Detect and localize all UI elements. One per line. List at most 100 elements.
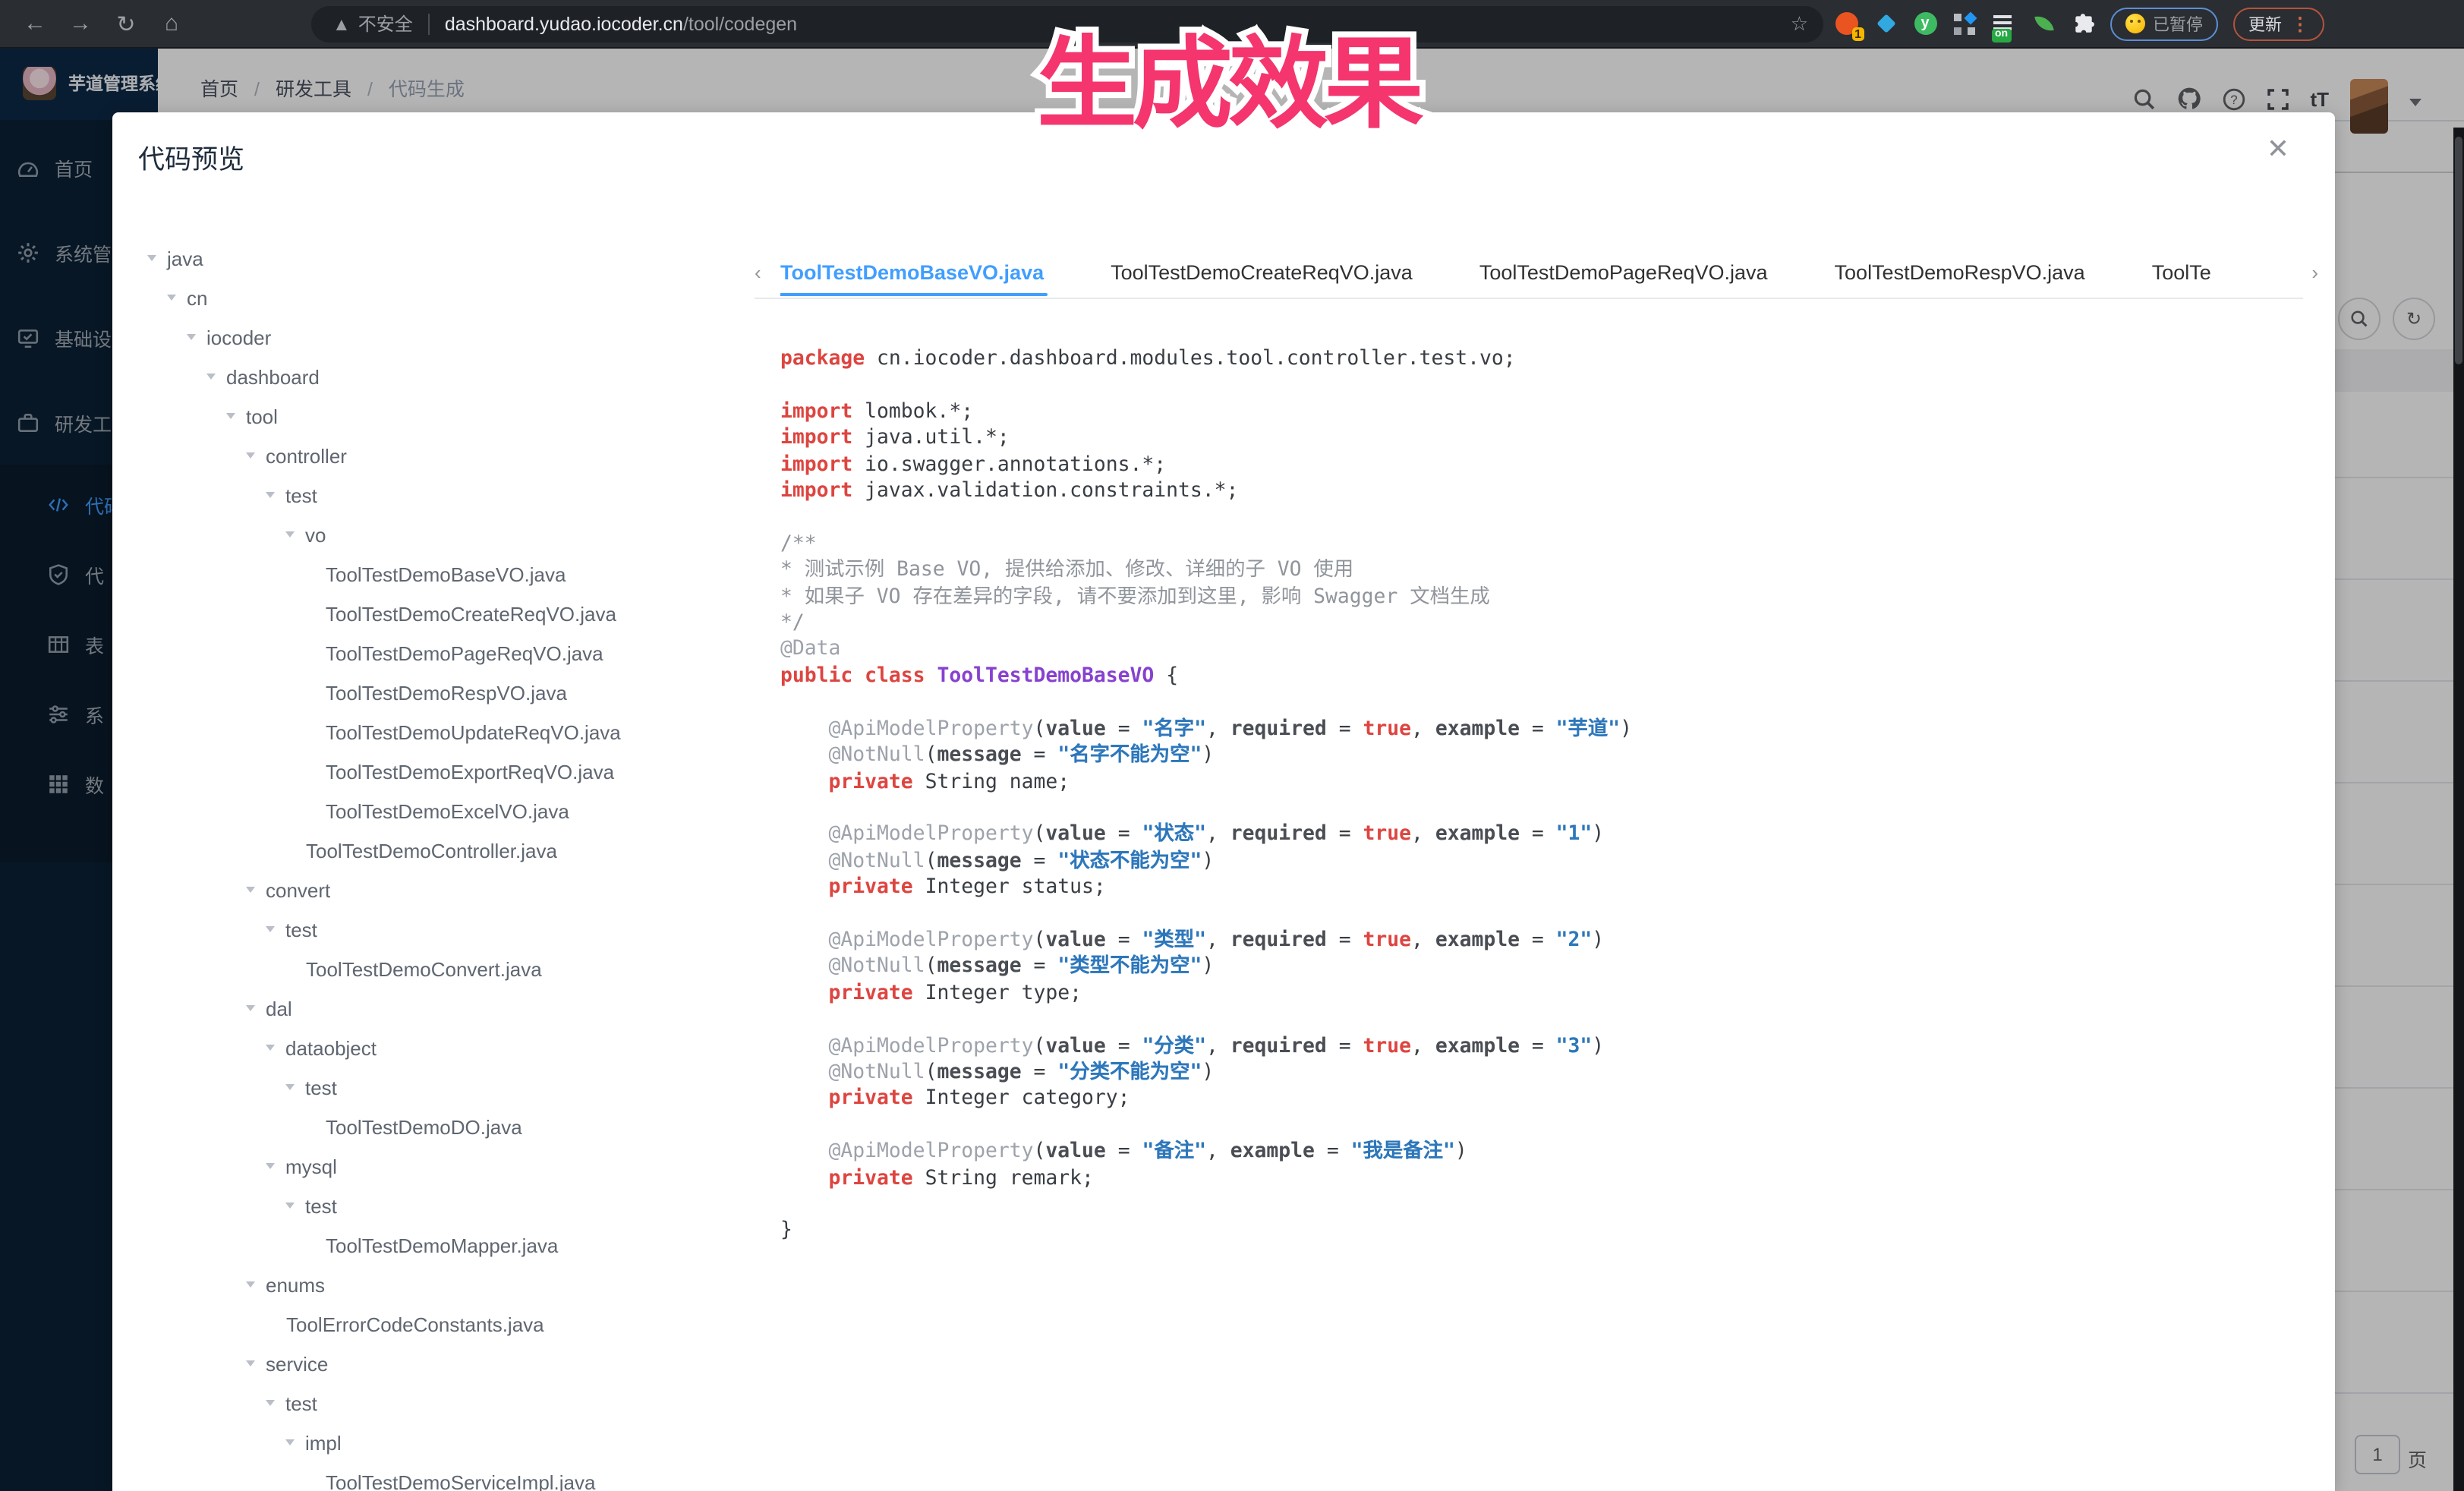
tree-node-enums[interactable]: enums: [246, 1265, 325, 1304]
chevron-down-icon[interactable]: [246, 1281, 255, 1288]
tree-node-impl[interactable]: impl: [285, 1423, 342, 1462]
tree-node-test[interactable]: test: [266, 909, 317, 949]
code-line: @NotNull(message = "名字不能为空"): [780, 742, 1632, 769]
chevron-down-icon[interactable]: [226, 413, 235, 419]
close-icon[interactable]: ✕: [2267, 135, 2289, 162]
tree-node-ToolTestDemoConvert.java[interactable]: ToolTestDemoConvert.java: [285, 949, 542, 988]
tree-node-ToolTestDemoPageReqVO.java[interactable]: ToolTestDemoPageReqVO.java: [305, 633, 603, 673]
tree-node-service[interactable]: service: [246, 1344, 328, 1383]
tree-folder-label: dashboard: [226, 365, 320, 388]
code-line: private Integer type;: [780, 981, 1632, 1007]
tree-node-vo[interactable]: vo: [285, 515, 326, 554]
file-tabs-bar: ‹ ToolTestDemoBaseVO.java ToolTestDemoCre…: [755, 251, 2306, 299]
chevron-down-icon[interactable]: [246, 887, 255, 893]
profile-paused-pill[interactable]: 已暂停: [2110, 7, 2218, 40]
tree-node-ToolTestDemoBaseVO.java[interactable]: ToolTestDemoBaseVO.java: [305, 554, 566, 594]
chevron-down-icon[interactable]: [187, 334, 196, 340]
chevron-down-icon[interactable]: [266, 492, 275, 498]
chevron-down-icon[interactable]: [266, 1163, 275, 1169]
back-button[interactable]: ←: [12, 11, 58, 36]
update-button[interactable]: 更新 ⋮: [2233, 7, 2324, 40]
tree-node-ToolTestDemoUpdateReqVO.java[interactable]: ToolTestDemoUpdateReqVO.java: [305, 712, 621, 752]
tree-node-controller[interactable]: controller: [246, 436, 347, 475]
ssl-warning-icon[interactable]: ▲: [332, 13, 351, 34]
code-line: /**: [780, 531, 1632, 558]
chevron-down-icon[interactable]: [285, 531, 295, 537]
ubuntu-extension-icon[interactable]: 1: [1834, 11, 1858, 36]
tree-node-ToolTestDemoCreateReqVO.java[interactable]: ToolTestDemoCreateReqVO.java: [305, 594, 616, 633]
tabs-scroll-left-icon[interactable]: ‹: [755, 261, 761, 284]
tree-node-dal[interactable]: dal: [246, 988, 292, 1028]
tree-node-test[interactable]: test: [285, 1067, 337, 1107]
tree-node-convert[interactable]: convert: [246, 870, 330, 909]
tree-node-ToolTestDemoRespVO.java[interactable]: ToolTestDemoRespVO.java: [305, 673, 567, 712]
code-line: private String name;: [780, 769, 1632, 796]
tab-ToolTe[interactable]: ToolTe: [2152, 251, 2211, 296]
kebab-menu-icon[interactable]: ⋮: [2291, 13, 2309, 34]
code-line: [780, 373, 1632, 399]
profile-emoji-avatar: [2125, 14, 2145, 33]
tree-node-cn[interactable]: cn: [167, 278, 207, 317]
code-line: @NotNull(message = "类型不能为空"): [780, 954, 1632, 981]
list-extension-icon[interactable]: on: [1992, 11, 2016, 36]
gem-extension-icon[interactable]: [1873, 11, 1898, 36]
tree-node-test[interactable]: test: [285, 1186, 337, 1225]
tree-node-ToolTestDemoServiceImpl.java[interactable]: ToolTestDemoServiceImpl.java: [305, 1462, 595, 1491]
chevron-down-icon[interactable]: [266, 1045, 275, 1051]
chevron-down-icon[interactable]: [266, 926, 275, 932]
reload-button[interactable]: ↻: [103, 10, 149, 37]
tree-node-test[interactable]: test: [266, 475, 317, 515]
tree-file-label: ToolTestDemoCreateReqVO.java: [326, 602, 616, 625]
ssl-warning-label[interactable]: 不安全: [358, 11, 413, 36]
tree-node-test[interactable]: test: [266, 1383, 317, 1423]
green-y-extension-icon[interactable]: y: [1913, 11, 1937, 36]
chevron-down-icon[interactable]: [285, 1439, 295, 1445]
tree-node-ToolErrorCodeConstants.java[interactable]: ToolErrorCodeConstants.java: [266, 1304, 544, 1344]
chevron-down-icon[interactable]: [266, 1400, 275, 1406]
tree-folder-label: cn: [187, 286, 207, 309]
tab-ToolTestDemoBaseVO-java[interactable]: ToolTestDemoBaseVO.java: [780, 251, 1044, 296]
tree-node-ToolTestDemoController.java[interactable]: ToolTestDemoController.java: [285, 831, 557, 870]
screen: ← → ↻ ⌂ ▲ 不安全 dashboard.yudao.iocoder.cn…: [0, 0, 2464, 1491]
forward-button[interactable]: →: [58, 11, 103, 36]
diamond-grid-extension-icon[interactable]: [1952, 11, 1977, 36]
chevron-down-icon[interactable]: [285, 1203, 295, 1209]
code-line: * 测试示例 Base VO, 提供给添加、修改、详细的子 VO 使用: [780, 558, 1632, 585]
tab-ToolTestDemoPageReqVO-java[interactable]: ToolTestDemoPageReqVO.java: [1479, 251, 1768, 296]
chevron-down-icon[interactable]: [246, 452, 255, 459]
chevron-down-icon[interactable]: [167, 295, 176, 301]
tree-folder-label: controller: [266, 444, 347, 467]
tree-file-label: ToolTestDemoUpdateReqVO.java: [326, 720, 621, 743]
code-line: @ApiModelProperty(value = "类型", required…: [780, 928, 1632, 954]
tab-ToolTestDemoCreateReqVO-java[interactable]: ToolTestDemoCreateReqVO.java: [1111, 251, 1413, 296]
code-line: [780, 1007, 1632, 1033]
sprout-extension-icon[interactable]: [2031, 11, 2056, 36]
tree-node-java[interactable]: java: [147, 238, 203, 278]
chevron-down-icon[interactable]: [246, 1360, 255, 1366]
tab-ToolTestDemoRespVO-java[interactable]: ToolTestDemoRespVO.java: [1835, 251, 2085, 296]
tree-folder-label: dal: [266, 997, 292, 1020]
tree-node-iocoder[interactable]: iocoder: [187, 317, 271, 357]
tabs-scroll-right-icon[interactable]: ›: [2311, 261, 2318, 284]
tree-folder-label: vo: [305, 523, 326, 546]
tree-node-tool[interactable]: tool: [226, 396, 278, 436]
chevron-down-icon[interactable]: [147, 255, 156, 261]
tree-node-dashboard[interactable]: dashboard: [206, 357, 320, 396]
chevron-down-icon[interactable]: [285, 1084, 295, 1090]
tree-node-ToolTestDemoMapper.java[interactable]: ToolTestDemoMapper.java: [305, 1225, 558, 1265]
tree-folder-label: test: [285, 918, 317, 941]
home-button[interactable]: ⌂: [149, 11, 194, 36]
code-line: @ApiModelProperty(value = "状态", required…: [780, 822, 1632, 849]
chevron-down-icon[interactable]: [246, 1005, 255, 1011]
puzzle-extension-icon[interactable]: [2071, 11, 2095, 36]
tree-node-mysql[interactable]: mysql: [266, 1146, 337, 1186]
tree-node-ToolTestDemoDO.java[interactable]: ToolTestDemoDO.java: [305, 1107, 522, 1146]
tree-node-dataobject[interactable]: dataobject: [266, 1028, 377, 1067]
bookmark-star-icon[interactable]: ☆: [1791, 11, 1808, 36]
tree-folder-label: convert: [266, 878, 330, 901]
tree-node-ToolTestDemoExportReqVO.java[interactable]: ToolTestDemoExportReqVO.java: [305, 752, 614, 791]
tree-node-ToolTestDemoExcelVO.java[interactable]: ToolTestDemoExcelVO.java: [305, 791, 569, 831]
scrollbar[interactable]: [2453, 128, 2464, 1491]
code-line: @ApiModelProperty(value = "名字", required…: [780, 716, 1632, 742]
chevron-down-icon[interactable]: [206, 374, 216, 380]
